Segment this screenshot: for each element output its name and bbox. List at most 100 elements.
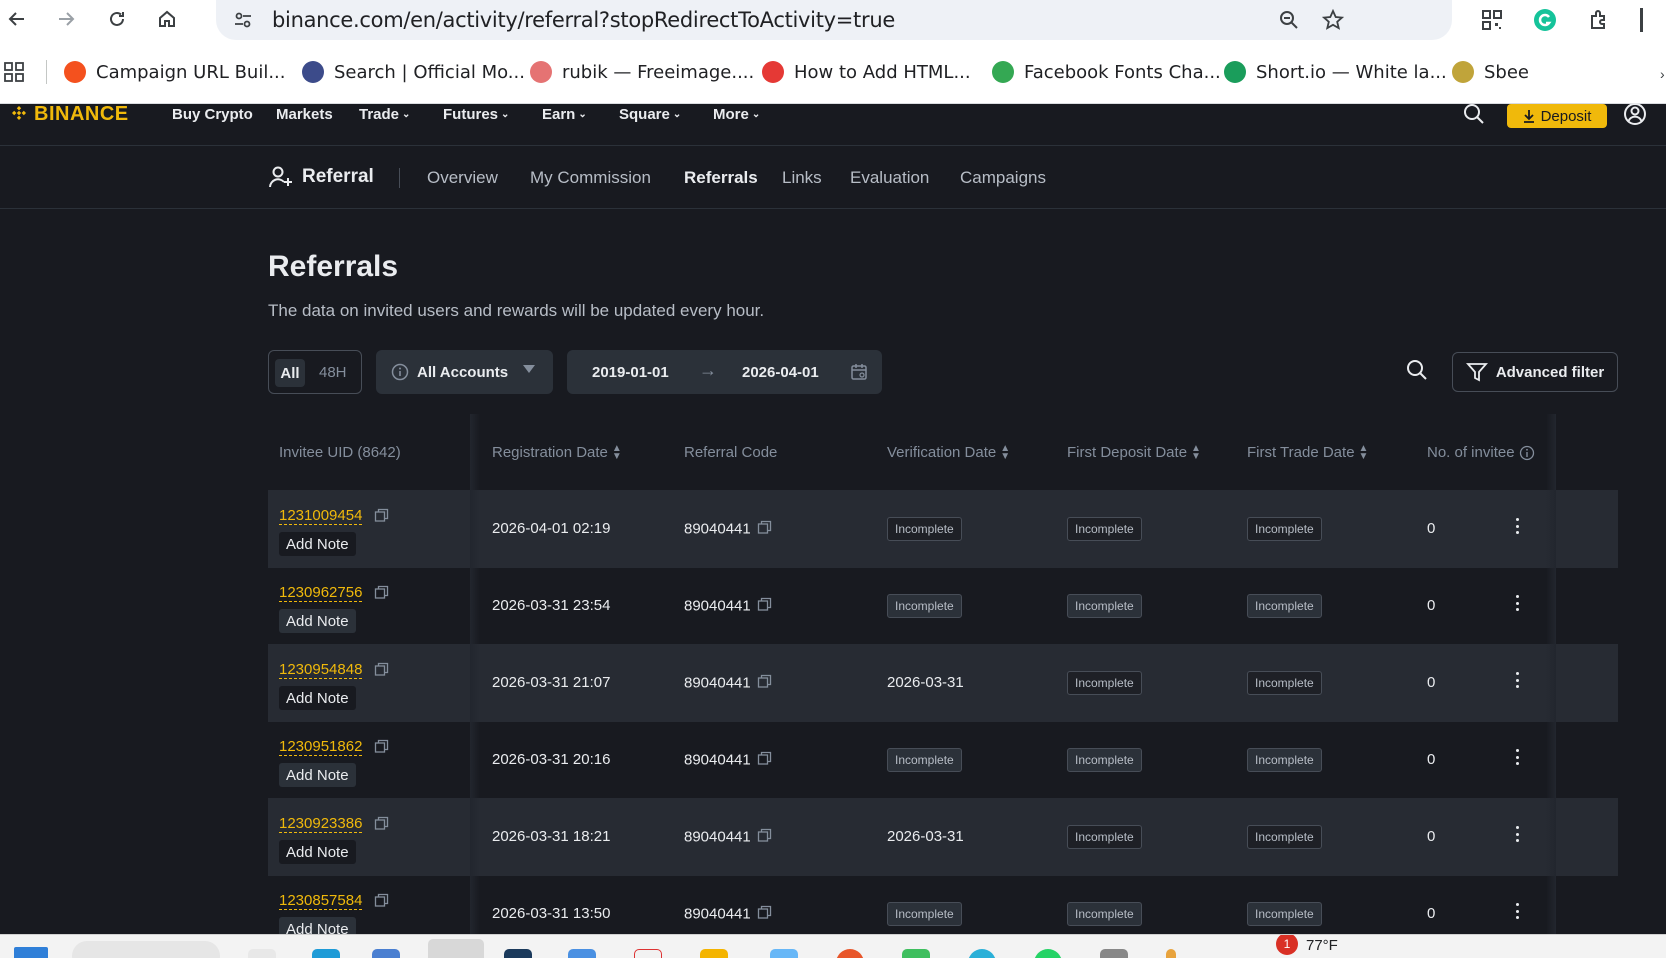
grammarly-icon[interactable]: [1531, 6, 1559, 34]
sort-icon[interactable]: ▲ ▼: [1000, 443, 1010, 461]
app-icon[interactable]: [902, 949, 930, 958]
col-verification-date[interactable]: Verification Date ▲ ▼: [887, 443, 1010, 461]
more-bookmarks-chevron-icon[interactable]: ›: [1660, 66, 1665, 82]
invitee-uid-link[interactable]: 1230962756: [279, 584, 363, 602]
windows-start-icon[interactable]: [14, 947, 48, 958]
account-select[interactable]: All Accounts: [376, 350, 553, 394]
copy-icon[interactable]: [374, 508, 389, 528]
bookmark-item[interactable]: How to Add HTML...: [762, 58, 971, 86]
advanced-filter-button[interactable]: Advanced filter: [1452, 352, 1618, 392]
date-to[interactable]: 2026-04-01: [742, 364, 819, 381]
nav-item-buy-crypto[interactable]: Buy Crypto: [172, 104, 253, 124]
add-note-button[interactable]: Add Note: [279, 763, 356, 787]
app-icon[interactable]: [312, 949, 340, 958]
app-icon[interactable]: [968, 949, 996, 958]
app-icon[interactable]: [372, 949, 400, 958]
date-range-picker[interactable]: 2019-01-01 → 2026-04-01: [567, 350, 882, 394]
col-first-trade-date[interactable]: First Trade Date ▲ ▼: [1247, 443, 1369, 461]
add-note-button[interactable]: Add Note: [279, 532, 356, 556]
bookmark-item[interactable]: Short.io — White la...: [1224, 58, 1447, 86]
copy-icon[interactable]: [374, 893, 389, 913]
back-arrow-icon[interactable]: [4, 6, 30, 32]
col-first-deposit-date[interactable]: First Deposit Date ▲ ▼: [1067, 443, 1201, 461]
sort-icon[interactable]: ▲ ▼: [1359, 443, 1369, 461]
copy-icon[interactable]: [757, 520, 772, 539]
add-note-button[interactable]: Add Note: [279, 917, 356, 934]
copy-icon[interactable]: [374, 739, 389, 759]
bookmark-item[interactable]: Search | Official Mo...: [302, 58, 525, 86]
date-from[interactable]: 2019-01-01: [592, 364, 669, 381]
copy-icon[interactable]: [757, 751, 772, 770]
row-more-options-icon[interactable]: [1507, 822, 1527, 846]
app-icon[interactable]: [1166, 949, 1176, 958]
url-text[interactable]: binance.com/en/activity/referral?stopRed…: [272, 8, 895, 32]
notification-badge[interactable]: 1: [1276, 935, 1298, 955]
add-note-button[interactable]: Add Note: [279, 840, 356, 864]
weather-temperature[interactable]: 77°F: [1306, 937, 1338, 954]
referral-title[interactable]: Referral: [268, 164, 374, 190]
search-icon[interactable]: [1462, 102, 1486, 131]
app-icon[interactable]: [836, 949, 864, 958]
apps-grid-icon[interactable]: [4, 62, 24, 87]
bookmark-item[interactable]: Sbee: [1452, 58, 1529, 86]
taskbar-search-box[interactable]: [72, 941, 220, 958]
col-registration-date[interactable]: Registration Date ▲ ▼: [492, 443, 622, 461]
nav-item-earn[interactable]: Earn ⌄: [542, 104, 587, 124]
copy-icon[interactable]: [757, 828, 772, 847]
tab-evaluation[interactable]: Evaluation: [850, 168, 929, 188]
row-more-options-icon[interactable]: [1507, 591, 1527, 615]
table-search-icon[interactable]: [1406, 359, 1432, 385]
zoom-icon[interactable]: [1276, 7, 1302, 33]
period-all-button[interactable]: All: [275, 359, 305, 387]
copy-icon[interactable]: [374, 662, 389, 682]
bookmark-item[interactable]: rubik — Freeimage....: [530, 58, 754, 86]
row-more-options-icon[interactable]: [1507, 899, 1527, 923]
forward-arrow-icon[interactable]: [53, 6, 79, 32]
site-settings-icon[interactable]: [230, 7, 256, 33]
sort-icon[interactable]: ▲ ▼: [612, 443, 622, 461]
tab-links[interactable]: Links: [782, 168, 822, 188]
invitee-uid-link[interactable]: 1230954848: [279, 661, 363, 679]
sort-icon[interactable]: ▲ ▼: [1191, 443, 1201, 461]
reload-icon[interactable]: [104, 6, 130, 32]
mail-icon[interactable]: [568, 949, 596, 958]
calendar-icon[interactable]: [850, 363, 868, 385]
tab-overview[interactable]: Overview: [427, 168, 498, 188]
copy-icon[interactable]: [374, 816, 389, 836]
info-icon[interactable]: [1519, 445, 1535, 461]
nav-item-more[interactable]: More ⌄: [713, 104, 760, 124]
folder-icon[interactable]: [700, 949, 728, 958]
file-icon[interactable]: [248, 949, 276, 958]
invitee-uid-link[interactable]: 1231009454: [279, 507, 363, 525]
invitee-uid-link[interactable]: 1230923386: [279, 815, 363, 833]
star-icon[interactable]: [1320, 7, 1346, 33]
home-icon[interactable]: [154, 6, 180, 32]
period-48h-button[interactable]: 48H: [319, 364, 347, 381]
nav-item-square[interactable]: Square ⌄: [619, 104, 681, 124]
add-note-button[interactable]: Add Note: [279, 609, 356, 633]
bookmark-item[interactable]: Facebook Fonts Cha...: [992, 58, 1221, 86]
nav-item-markets[interactable]: Markets: [276, 104, 333, 124]
user-account-icon[interactable]: [1623, 102, 1647, 131]
app-icon[interactable]: [504, 949, 532, 958]
add-note-button[interactable]: Add Note: [279, 686, 356, 710]
tab-campaigns[interactable]: Campaigns: [960, 168, 1046, 188]
deposit-button[interactable]: Deposit: [1507, 104, 1607, 128]
nav-item-trade[interactable]: Trade ⌄: [359, 104, 410, 124]
qr-code-icon[interactable]: [1478, 6, 1506, 34]
row-more-options-icon[interactable]: [1507, 514, 1527, 538]
binance-logo[interactable]: BINANCE: [10, 103, 129, 125]
whatsapp-icon[interactable]: [1034, 949, 1062, 958]
row-more-options-icon[interactable]: [1507, 668, 1527, 692]
nav-item-futures[interactable]: Futures ⌄: [443, 104, 509, 124]
app-icon[interactable]: [770, 949, 798, 958]
tab-my-commission[interactable]: My Commission: [530, 168, 651, 188]
tab-referrals[interactable]: Referrals: [684, 168, 758, 188]
extensions-puzzle-icon[interactable]: [1586, 6, 1614, 34]
invitee-uid-link[interactable]: 1230951862: [279, 738, 363, 756]
app-icon[interactable]: [1100, 949, 1128, 958]
copy-icon[interactable]: [757, 597, 772, 616]
chrome-icon[interactable]: [428, 939, 484, 958]
invitee-uid-link[interactable]: 1230857584: [279, 892, 363, 910]
copy-icon[interactable]: [757, 674, 772, 693]
